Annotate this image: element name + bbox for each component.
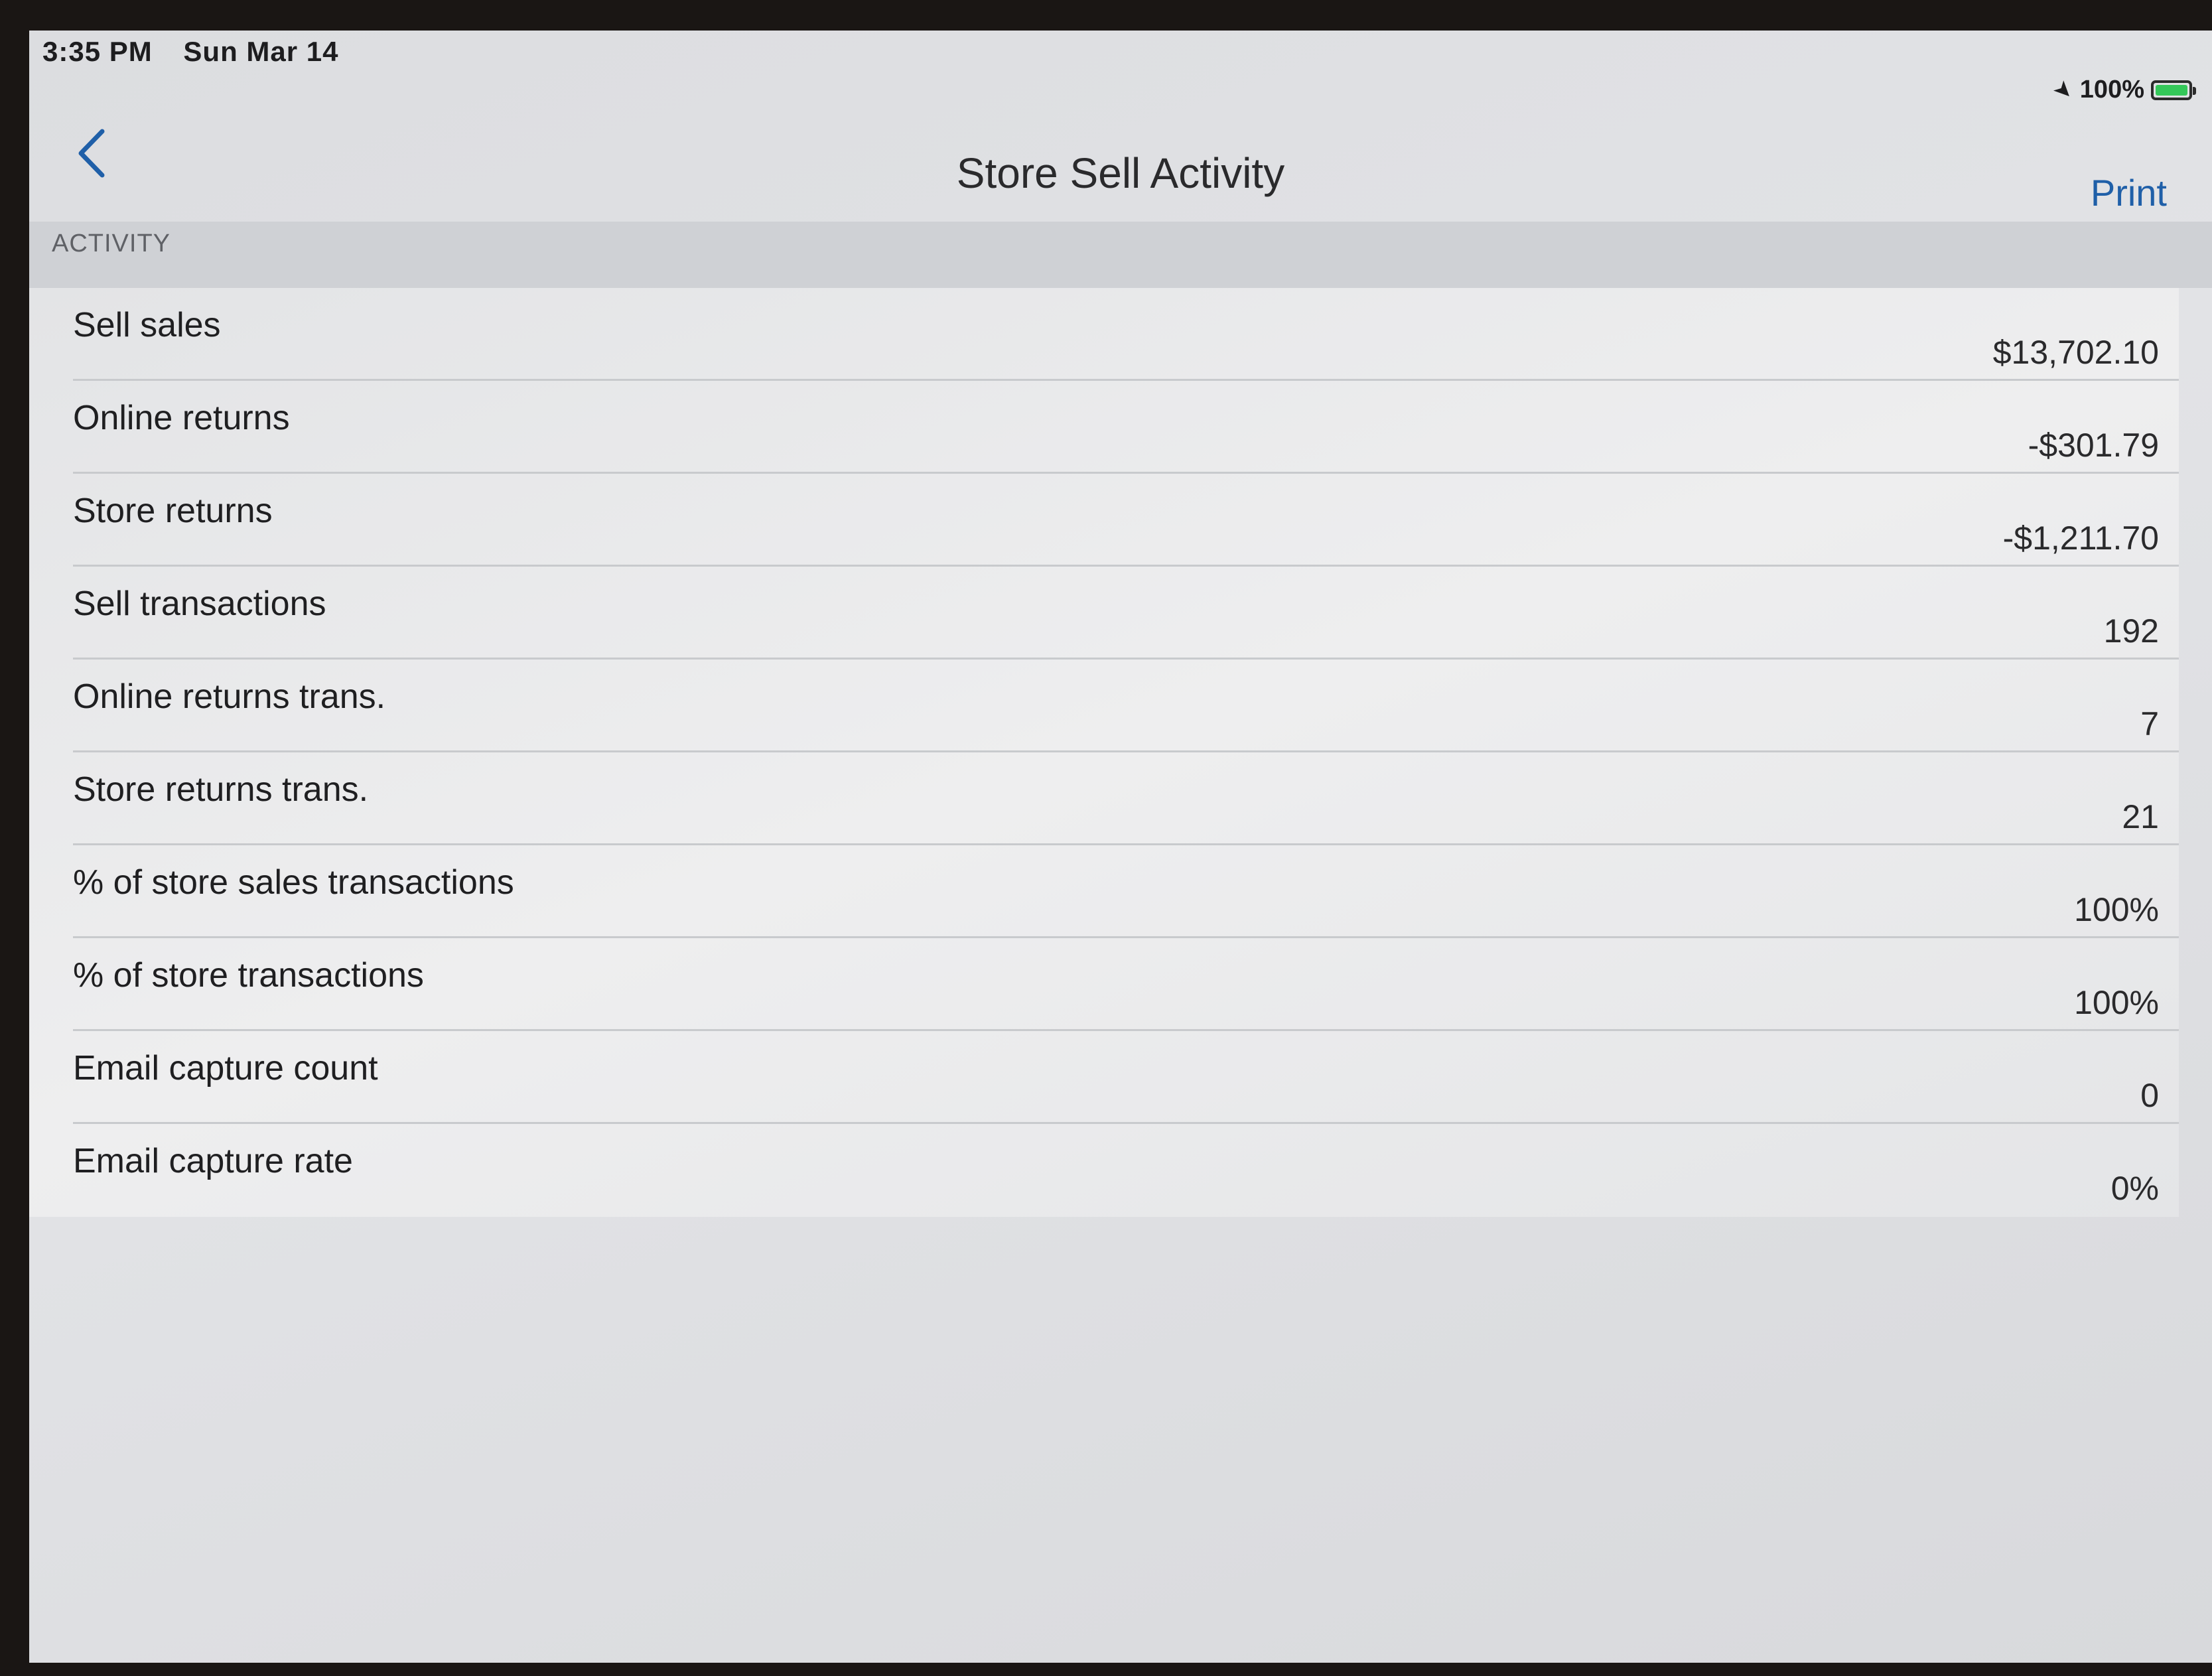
row-label: Sell transactions — [73, 585, 326, 623]
status-date: Sun Mar 14 — [183, 36, 339, 67]
list-item[interactable]: Store returns trans. 21 — [73, 752, 2179, 845]
row-value: -$1,211.70 — [2002, 520, 2159, 557]
list-item[interactable]: Store returns -$1,211.70 — [73, 474, 2179, 567]
row-label: Sell sales — [73, 306, 221, 344]
row-label: % of store transactions — [73, 956, 424, 995]
list-item[interactable]: Email capture rate 0% — [29, 1124, 2179, 1217]
row-value: 0% — [2110, 1170, 2159, 1207]
status-bar: 3:35 PM Sun Mar 14 ➤ 100% — [29, 31, 2212, 105]
list-item[interactable]: Online returns trans. 7 — [73, 660, 2179, 752]
list-item[interactable]: Online returns -$301.79 — [73, 381, 2179, 474]
row-label: Email capture rate — [73, 1142, 353, 1180]
ipad-screen: 3:35 PM Sun Mar 14 ➤ 100% Store Sell Act… — [29, 31, 2212, 1663]
list-item[interactable]: % of store transactions 100% — [73, 938, 2179, 1031]
print-button[interactable]: Print — [2091, 171, 2167, 214]
navigation-bar: Store Sell Activity Print — [29, 90, 2212, 214]
page-title: Store Sell Activity — [956, 149, 1285, 197]
row-label: Online returns trans. — [73, 677, 386, 716]
status-time: 3:35 PM — [42, 36, 153, 67]
row-value: $13,702.10 — [1992, 334, 2159, 371]
row-value: 100% — [2074, 984, 2159, 1021]
row-value: 0 — [2140, 1077, 2159, 1114]
row-label: Email capture count — [73, 1049, 378, 1087]
status-left: 3:35 PM Sun Mar 14 — [42, 36, 361, 68]
list-item[interactable]: Email capture count 0 — [73, 1031, 2179, 1124]
row-label: Online returns — [73, 399, 290, 437]
list-item[interactable]: Sell transactions 192 — [73, 567, 2179, 660]
list-item[interactable]: % of store sales transactions 100% — [73, 845, 2179, 938]
row-value: 7 — [2140, 705, 2159, 742]
row-value: -$301.79 — [2028, 427, 2159, 464]
row-label: % of store sales transactions — [73, 863, 514, 902]
row-value: 21 — [2122, 798, 2159, 835]
row-value: 100% — [2074, 891, 2159, 928]
section-header-activity: ACTIVITY — [29, 222, 2212, 288]
row-label: Store returns — [73, 492, 273, 530]
row-label: Store returns trans. — [73, 770, 369, 809]
activity-list: Sell sales $13,702.10 Online returns -$3… — [29, 288, 2179, 1217]
list-item[interactable]: Sell sales $13,702.10 — [73, 288, 2179, 381]
row-value: 192 — [2103, 612, 2159, 650]
